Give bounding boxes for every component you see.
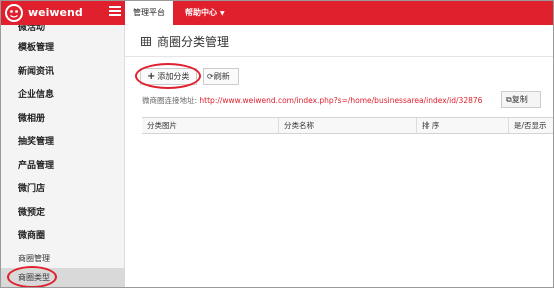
sidebar-item-products[interactable]: 产品管理 xyxy=(1,155,125,179)
tab-help-center[interactable]: 帮助中心 ▼ xyxy=(185,1,225,25)
category-table-header: 分类图片 分类名称 排 序 是/否显示 xyxy=(142,117,553,134)
page-title: 商圈分类管理 xyxy=(157,35,230,49)
copy-button[interactable]: ⧉复制 xyxy=(501,91,541,108)
sidebar: weiwend 微活动 模板管理 新闻资讯 企业信息 微相册 抽奖管理 产品管理… xyxy=(1,1,125,287)
refresh-button[interactable]: ⟳刷新 xyxy=(203,68,239,85)
sidebar-subitem-area-manage[interactable]: 商圈管理 xyxy=(1,249,125,268)
top-nav-bar: 管理平台 帮助中心 ▼ xyxy=(125,1,553,25)
sidebar-item-stores[interactable]: 微门店 xyxy=(1,178,125,202)
sidebar-item-lottery[interactable]: 抽奖管理 xyxy=(1,131,125,155)
logo-icon xyxy=(5,4,23,22)
sidebar-item-activities[interactable]: 微活动 xyxy=(1,25,125,37)
sidebar-nav: 微活动 模板管理 新闻资讯 企业信息 微相册 抽奖管理 产品管理 微门店 微预定… xyxy=(1,25,125,287)
tab-management-platform[interactable]: 管理平台 xyxy=(125,1,173,25)
sidebar-item-business-area[interactable]: 微商圈 xyxy=(1,225,125,249)
page-header: 商圈分类管理 xyxy=(125,25,553,57)
brand-name: weiwend xyxy=(28,6,83,19)
column-header-sort[interactable]: 排 序 xyxy=(417,118,509,133)
sidebar-item-booking[interactable]: 微预定 xyxy=(1,202,125,226)
sidebar-subitem-area-types[interactable]: 商圈类型 xyxy=(1,265,125,287)
business-area-link-row: 微商圈连接地址: http://www.weiwend.com/index.ph… xyxy=(142,95,502,107)
app-window: weiwend 微活动 模板管理 新闻资讯 企业信息 微相册 抽奖管理 产品管理… xyxy=(0,0,554,288)
sidebar-item-album[interactable]: 微相册 xyxy=(1,108,125,132)
highlight-circle xyxy=(7,265,57,287)
sidebar-item-company-info[interactable]: 企业信息 xyxy=(1,84,125,108)
column-header-visible[interactable]: 是/否显示 xyxy=(509,118,553,133)
sidebar-item-news[interactable]: 新闻资讯 xyxy=(1,61,125,85)
column-header-name[interactable]: 分类名称 xyxy=(279,118,417,133)
grid-icon xyxy=(141,37,151,46)
highlight-circle xyxy=(135,63,201,89)
sidebar-item-templates[interactable]: 模板管理 xyxy=(1,37,125,61)
main-content: 商圈分类管理 + 添加分类 ⟳刷新 微商圈连接地址: http://www.wei… xyxy=(125,25,553,287)
business-area-url[interactable]: http://www.weiwend.com/index.php?s=/home… xyxy=(199,96,482,105)
hamburger-menu-icon[interactable] xyxy=(109,6,121,18)
refresh-icon: ⟳ xyxy=(207,72,214,81)
copy-label: 复制 xyxy=(511,95,528,104)
link-label: 微商圈连接地址: xyxy=(142,96,198,105)
brand-bar: weiwend xyxy=(1,1,125,25)
column-header-image[interactable]: 分类图片 xyxy=(142,118,279,133)
tab-help-label: 帮助中心 xyxy=(185,8,217,17)
refresh-label: 刷新 xyxy=(213,72,230,81)
chevron-down-icon: ▼ xyxy=(220,10,225,17)
